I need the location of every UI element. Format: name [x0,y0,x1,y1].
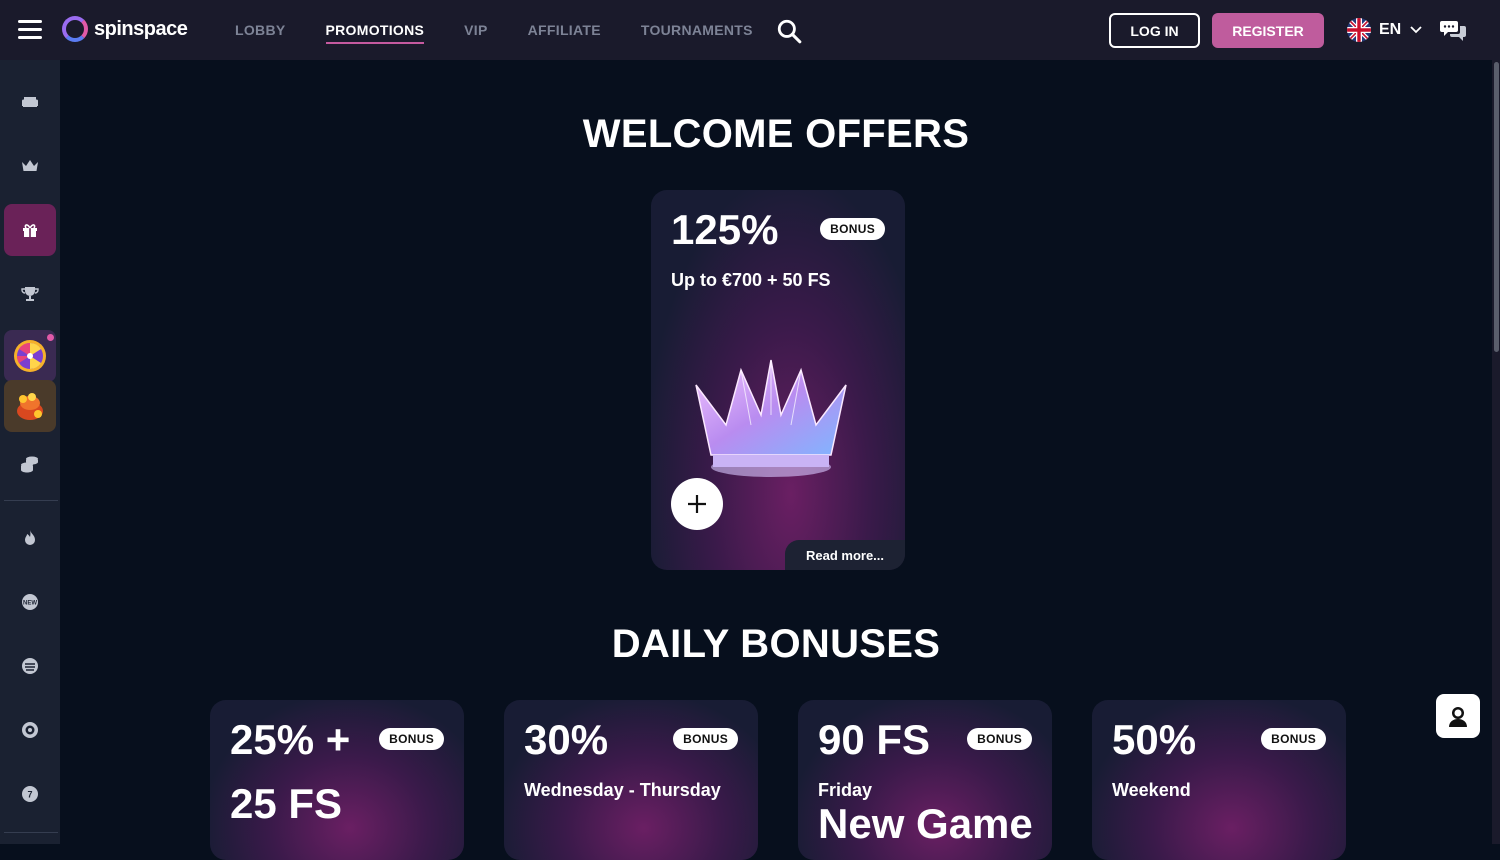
fortune-wheel-icon [14,340,46,372]
sidebar-item-fortune-wheel[interactable] [4,330,56,382]
bonus-subtitle: Weekend [1112,780,1191,800]
notification-dot [47,334,54,341]
add-offer-button[interactable] [671,478,723,530]
sidebar-item-lobby[interactable] [4,76,56,128]
main-content: WELCOME OFFERS 125% BONUS Up to €700 + 5… [60,60,1492,860]
gift-icon [23,224,37,237]
bonus-amount: 90 FS [818,716,931,763]
offer-percent: 125% [671,206,779,253]
sidebar-item-tournaments[interactable] [4,268,56,320]
login-button[interactable]: LOG IN [1109,13,1200,48]
trophy-icon [21,287,39,301]
bonus-amount-secondary: 25 FS [230,780,343,827]
sidebar-item-treasure[interactable] [4,380,56,432]
top-bar: spinspace LOBBY PROMOTIONS VIP AFFILIATE… [0,0,1500,60]
crown-icon [22,160,38,171]
search-icon[interactable] [776,18,802,44]
scrollbar-thumb[interactable] [1494,62,1499,352]
bonus-subtitle: Wednesday - Thursday [524,780,721,800]
nav-promotions[interactable]: PROMOTIONS [325,0,425,60]
main-nav: LOBBY PROMOTIONS VIP AFFILIATE TOURNAMEN… [235,0,753,60]
logo-mark-icon [62,16,88,42]
daily-bonus-card[interactable]: 30% BONUS Wednesday - Thursday [504,700,758,860]
sidebar: NEW 7 [0,60,60,844]
bonus-subtitle: Friday [818,780,873,800]
sidebar-divider [4,832,58,833]
language-selector[interactable]: EN [1347,18,1423,42]
daily-bonus-card[interactable]: 25% + BONUS 25 FS [210,700,464,860]
nav-affiliate[interactable]: AFFILIATE [528,0,601,60]
logo[interactable]: spinspace [62,16,188,42]
support-agent-icon [1449,707,1467,727]
stack-icon [22,658,38,674]
svg-text:7: 7 [27,790,32,800]
nav-tournaments[interactable]: TOURNAMENTS [641,0,753,60]
sidebar-item-live[interactable]: 7 [4,768,56,820]
bonus-badge: BONUS [379,728,444,750]
new-icon: NEW [22,594,38,610]
uk-flag-icon [1347,18,1371,42]
coins-icon [21,456,38,473]
daily-bonus-card[interactable]: 50% BONUS Weekend [1092,700,1346,860]
sidebar-divider [4,500,58,501]
logo-text: spinspace [94,17,188,40]
nav-vip[interactable]: VIP [464,0,487,60]
sidebar-item-roulette[interactable] [4,704,56,756]
roulette-icon [22,722,38,738]
bonus-extra: New Game [818,800,1033,847]
offer-subtitle: Up to €700 + 50 FS [671,270,831,290]
welcome-offer-card[interactable]: 125% BONUS Up to €700 + 50 FS Read more.… [651,190,905,570]
bonus-badge: BONUS [967,728,1032,750]
sofa-icon [22,97,38,107]
sidebar-item-slots[interactable] [4,640,56,692]
live-icon: 7 [22,786,38,802]
svg-text:NEW: NEW [23,601,37,607]
sidebar-item-jackpots[interactable] [4,438,56,490]
sidebar-item-promotions[interactable] [4,204,56,256]
plus-icon [688,495,706,513]
daily-bonus-card[interactable]: 90 FS BONUS Friday New Game [798,700,1052,860]
read-more-link[interactable]: Read more... [785,540,905,570]
bonus-badge: BONUS [673,728,738,750]
chevron-down-icon [1410,26,1422,34]
nav-lobby[interactable]: LOBBY [235,0,286,60]
bonus-amount: 30% [524,716,609,763]
sidebar-item-new[interactable]: NEW [4,576,56,628]
welcome-offers-title: WELCOME OFFERS [582,112,970,156]
bonus-amount: 50% [1112,716,1197,763]
crystal-crown-image [695,359,847,477]
menu-icon[interactable] [18,20,42,40]
bonus-badge: BONUS [1261,728,1326,750]
fire-icon [25,530,35,545]
daily-bonuses-title: DAILY BONUSES [611,622,941,666]
register-button[interactable]: REGISTER [1212,13,1324,48]
bonus-amount: 25% + [230,716,351,763]
support-button[interactable] [1436,694,1480,738]
sidebar-item-vip[interactable] [4,140,56,192]
chat-icon[interactable] [1440,18,1466,42]
bonus-badge: BONUS [820,218,885,240]
treasure-chest-icon [17,393,43,420]
sidebar-item-hot[interactable] [4,512,56,564]
language-label: EN [1379,21,1402,38]
